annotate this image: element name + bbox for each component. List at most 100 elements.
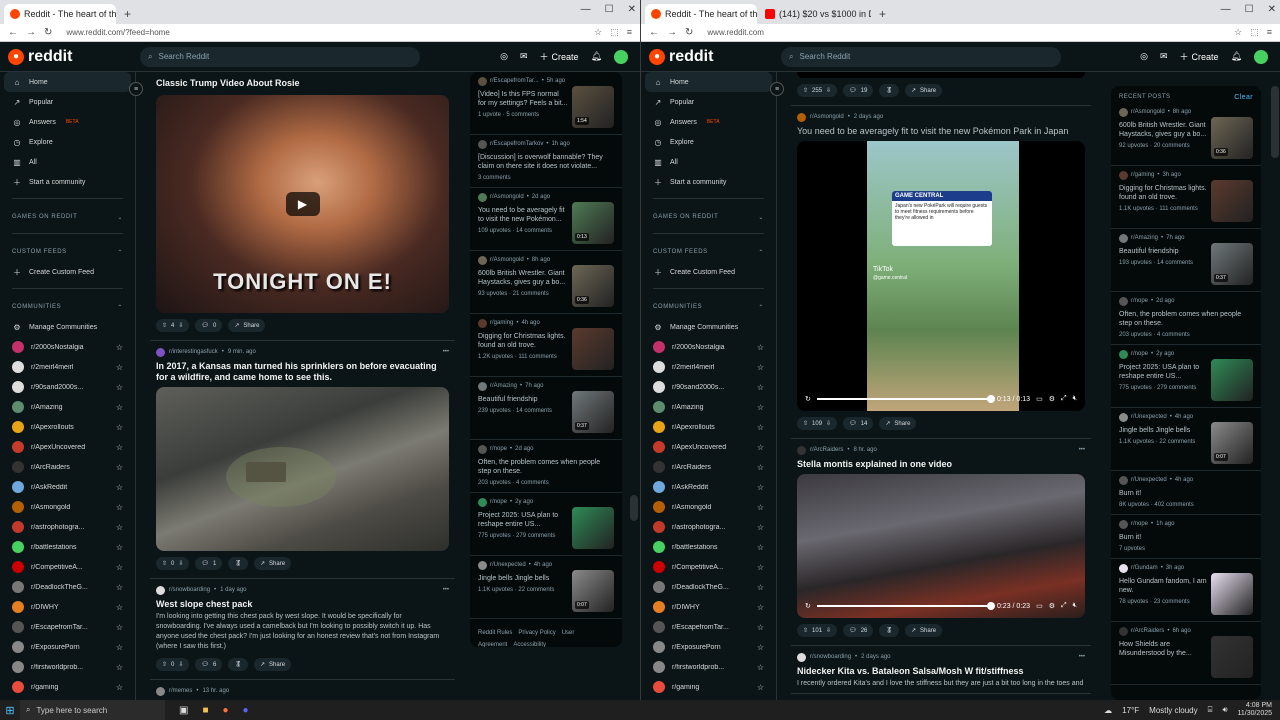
star-icon[interactable]: ☆: [116, 543, 123, 552]
section-communities[interactable]: COMMUNITIES ⌃: [0, 297, 135, 317]
sidebar-item-home[interactable]: ⌂ Home: [4, 72, 131, 92]
feed-post[interactable]: r/ArcRaiders • 8 hr. ago ••• Stella mont…: [791, 439, 1091, 646]
sidebar-item-community[interactable]: r/Asmongold ☆: [0, 497, 135, 517]
recent-post-thumbnail[interactable]: [572, 507, 614, 549]
subreddit-name[interactable]: r/ArcRaiders: [810, 447, 843, 453]
star-icon[interactable]: ☆: [116, 563, 123, 572]
extension-icon[interactable]: ⬚: [1250, 27, 1259, 38]
award-button[interactable]: 🏅︎: [228, 557, 248, 570]
star-icon[interactable]: ☆: [757, 463, 764, 472]
subreddit-name[interactable]: r/memes: [169, 688, 192, 694]
subreddit-name[interactable]: r/Amazing: [490, 383, 517, 389]
post-title[interactable]: In 2017, a Kansas man turned his sprinkl…: [156, 361, 449, 383]
star-icon[interactable]: ☆: [116, 603, 123, 612]
sidebar-item-answers[interactable]: ◎ Answers BETA: [0, 112, 135, 132]
chat-icon[interactable]: ◎: [500, 51, 508, 62]
award-button[interactable]: 🏅︎: [228, 658, 248, 671]
new-tab-button[interactable]: +: [873, 7, 892, 24]
network-icon[interactable]: ⌸: [1208, 705, 1213, 715]
extension-icon[interactable]: ⬚: [610, 27, 619, 38]
feed-post[interactable]: r/memes • 13 hr. ago: [150, 680, 455, 700]
sidebar-item-community[interactable]: r/firstworldprob... ☆: [0, 657, 135, 677]
recent-post[interactable]: r/Asmongold • 8h ago 600lb British Wrestler…: [1111, 103, 1261, 166]
sidebar-item-all[interactable]: ▥ All: [641, 152, 776, 172]
recent-post-thumbnail[interactable]: [1211, 359, 1253, 401]
sidebar-item-community[interactable]: r/Apexrollouts ☆: [641, 417, 776, 437]
sidebar-item-community[interactable]: r/ExposurePorn ☆: [641, 637, 776, 657]
star-icon[interactable]: ☆: [116, 683, 123, 692]
share-button[interactable]: ↗ Share: [254, 658, 292, 671]
recent-post[interactable]: r/Amazing • 7h ago Beautiful friendship 193 …: [1111, 229, 1261, 292]
star-icon[interactable]: ☆: [116, 623, 123, 632]
comments-button[interactable]: 💬︎ 14: [843, 417, 874, 430]
recent-post-thumbnail[interactable]: [1211, 180, 1253, 222]
feed-post[interactable]: r/Asmongold • 2 days ago You need to be …: [791, 106, 1091, 439]
post-title[interactable]: Stella montis explained in one video: [797, 459, 1085, 470]
recent-post-title[interactable]: Often, the problem comes when people ste…: [1119, 310, 1253, 328]
sidebar-item-start-a-community[interactable]: ＋ Start a community: [641, 172, 776, 192]
sidebar-item-all[interactable]: ▥ All: [0, 152, 135, 172]
award-button[interactable]: 🏅︎: [879, 624, 900, 637]
reddit-logo[interactable]: ● reddit: [649, 48, 713, 66]
more-options-icon[interactable]: •••: [443, 349, 449, 355]
messages-icon[interactable]: ✉: [520, 51, 528, 62]
comments-button[interactable]: 💬︎ 0: [195, 319, 223, 332]
vote-control[interactable]: ⇧ 4 ⇩: [156, 319, 190, 332]
star-icon[interactable]: ☆: [757, 483, 764, 492]
recent-post-title[interactable]: Digging for Christmas lights. found an o…: [1119, 184, 1207, 202]
sidebar-item-community[interactable]: r/AskReddit ☆: [0, 477, 135, 497]
recent-post[interactable]: r/Gundam • 3h ago Hello Gundam fandom, I am…: [1111, 559, 1261, 622]
recent-post-title[interactable]: Often, the problem comes when people ste…: [478, 458, 614, 476]
forward-icon[interactable]: →: [667, 27, 677, 38]
recent-post[interactable]: r/ArcRaiders • 6h ago How Shields are Misun…: [1111, 622, 1261, 685]
video-player[interactable]: ↻ 0:23 / 0:23 ▭ ⚙ ⤢ 🔇︎: [797, 474, 1085, 618]
sidebar-item-community[interactable]: r/2meirl4meirl ☆: [0, 357, 135, 377]
back-icon[interactable]: ←: [649, 27, 659, 38]
manage-communities-button[interactable]: ⚙ Manage Communities: [0, 317, 135, 337]
clock[interactable]: 4:08 PM 11/30/2025: [1237, 702, 1272, 718]
recent-post[interactable]: r/gaming • 4h ago Digging for Christmas lig…: [470, 314, 622, 377]
recent-post-title[interactable]: Hello Gundam fandom, I am new.: [1119, 577, 1207, 595]
captions-icon[interactable]: ▭: [1036, 395, 1043, 403]
star-icon[interactable]: ☆: [757, 543, 764, 552]
avatar[interactable]: [1254, 49, 1268, 64]
recent-post-thumbnail[interactable]: 1:54: [572, 86, 614, 128]
sidebar-item-community[interactable]: r/astrophotogra... ☆: [0, 517, 135, 537]
footer-link[interactable]: Reddit Rules: [478, 630, 512, 636]
vote-control[interactable]: ⇧ 0 ⇩: [156, 658, 190, 671]
subreddit-name[interactable]: r/nope: [1131, 351, 1148, 357]
subreddit-name[interactable]: r/nope: [490, 446, 507, 452]
avatar[interactable]: [614, 49, 628, 64]
recent-post-title[interactable]: Jingle bells Jingle bells: [1119, 426, 1207, 435]
recent-post-title[interactable]: You need to be averagely fit to visit th…: [478, 206, 568, 224]
star-icon[interactable]: ☆: [757, 403, 764, 412]
recent-post[interactable]: r/EscapefromTar... • 5h ago [Video] Is this…: [470, 72, 622, 135]
bell-icon[interactable]: 🔔︎: [1231, 51, 1242, 62]
collapse-sidebar-button[interactable]: ≡: [770, 82, 784, 96]
share-button[interactable]: ↗ Share: [905, 624, 943, 637]
sidebar-item-community[interactable]: r/90sand2000s... ☆: [641, 377, 776, 397]
comments-button[interactable]: 💬︎ 26: [843, 624, 874, 637]
fullscreen-icon[interactable]: ⤢: [1061, 602, 1067, 610]
reload-icon[interactable]: ↻: [44, 27, 52, 38]
recent-post[interactable]: r/gaming • 3h ago Digging for Christmas lig…: [1111, 166, 1261, 229]
sidebar-item-explore[interactable]: ◷ Explore: [641, 132, 776, 152]
post-title[interactable]: West slope chest pack: [156, 599, 449, 610]
messages-icon[interactable]: ✉: [1160, 51, 1168, 62]
volume-icon[interactable]: 🔊︎: [1222, 705, 1227, 715]
recent-post-title[interactable]: 600lb British Wrestler. Giant Haystacks,…: [478, 269, 568, 287]
subreddit-name[interactable]: r/nope: [1131, 298, 1148, 304]
new-tab-button[interactable]: +: [118, 7, 137, 24]
section-custom-feeds[interactable]: CUSTOM FEEDS ⌃: [641, 242, 776, 262]
vote-control[interactable]: ⇧ 0 ⇩: [156, 557, 190, 570]
reload-icon[interactable]: ↻: [685, 27, 693, 38]
video-player[interactable]: TONIGHT ON E! ▶: [156, 95, 449, 313]
star-icon[interactable]: ☆: [1234, 27, 1242, 38]
recent-post-title[interactable]: Beautiful friendship: [1119, 247, 1207, 256]
subreddit-name[interactable]: r/Amazing: [1131, 235, 1158, 241]
settings-icon[interactable]: ⚙: [1049, 602, 1055, 610]
sidebar-item-explore[interactable]: ◷ Explore: [0, 132, 135, 152]
star-icon[interactable]: ☆: [116, 423, 123, 432]
star-icon[interactable]: ☆: [757, 623, 764, 632]
star-icon[interactable]: ☆: [757, 343, 764, 352]
